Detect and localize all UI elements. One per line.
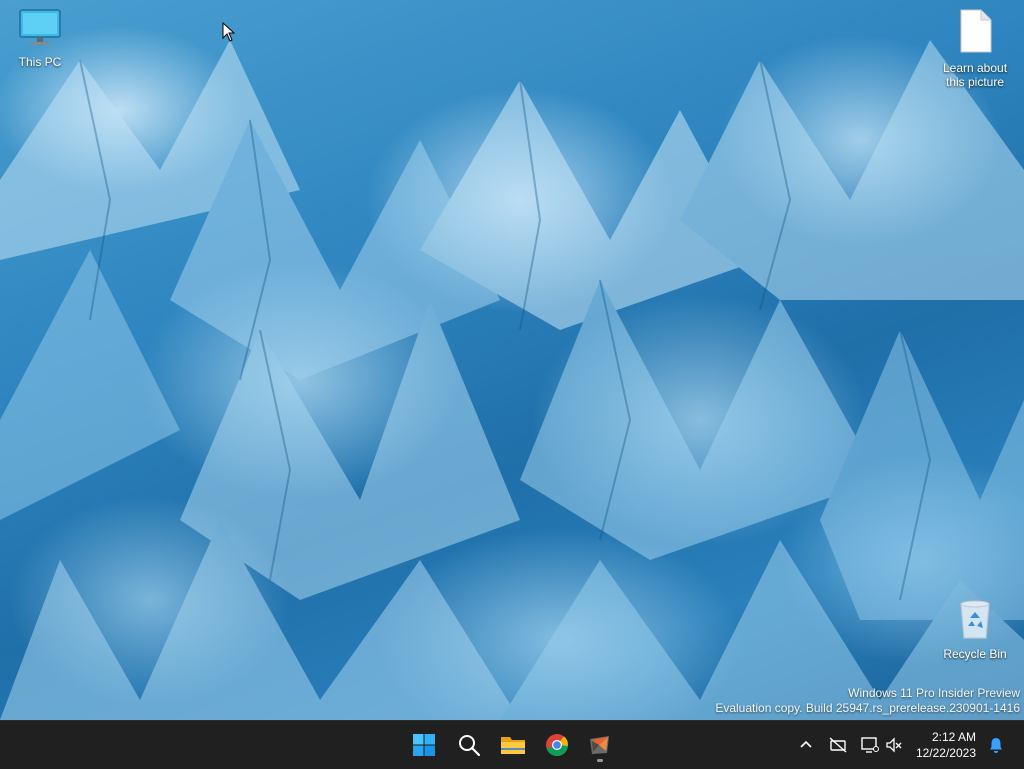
network-disconnected-icon [829, 737, 847, 753]
show-hidden-icons-button[interactable] [796, 735, 816, 755]
chevron-up-icon [800, 740, 812, 748]
network-status-button[interactable] [828, 735, 848, 755]
windows-logo-icon [413, 734, 435, 756]
watermark-build: Evaluation copy. Build 25947.rs_prerelea… [715, 701, 1020, 715]
watermark-edition: Windows 11 Pro Insider Preview [848, 686, 1020, 700]
start-button[interactable] [406, 727, 442, 763]
recycle-bin-icon [960, 600, 990, 639]
active-app-indicator [597, 759, 603, 762]
volume-muted-icon [886, 737, 902, 753]
search-icon [459, 735, 481, 757]
search-button[interactable] [451, 727, 487, 763]
app-button[interactable] [582, 727, 618, 763]
app-icon [590, 736, 609, 754]
desktop-icon-learn-about-picture[interactable]: Learn about this picture [935, 8, 1015, 89]
wallpaper [0, 40, 1024, 720]
folder-icon [501, 737, 525, 754]
file-explorer-button[interactable] [495, 727, 531, 763]
notifications-button[interactable] [986, 735, 1006, 755]
display-button[interactable] [860, 735, 880, 755]
document-icon [960, 9, 992, 53]
desktop-icon-recycle-bin[interactable]: Recycle Bin [935, 598, 1015, 661]
volume-button[interactable] [884, 735, 904, 755]
system-clock[interactable]: 2:12 AM 12/22/2023 [906, 729, 976, 761]
desktop[interactable]: This PC Learn about this picture Recycle… [0, 0, 1024, 720]
desktop-icon-label: Learn about this picture [942, 61, 1008, 89]
windows-watermark: Windows 11 Pro Insider Preview Evaluatio… [715, 686, 1020, 716]
taskbar: 2:12 AM 12/22/2023 [0, 720, 1024, 769]
clock-date: 12/22/2023 [915, 746, 976, 760]
desktop-icon-label: Recycle Bin [943, 647, 1007, 661]
chrome-icon [546, 734, 569, 757]
chrome-button[interactable] [539, 727, 575, 763]
desktop-icon-this-pc[interactable]: This PC [0, 8, 80, 69]
desktop-icon-label: This PC [18, 55, 62, 69]
clock-time: 2:12 AM [931, 730, 976, 744]
display-icon [861, 737, 879, 753]
mouse-cursor-icon [222, 22, 236, 42]
monitor-icon [19, 9, 61, 45]
notification-bell-icon [990, 738, 1002, 753]
